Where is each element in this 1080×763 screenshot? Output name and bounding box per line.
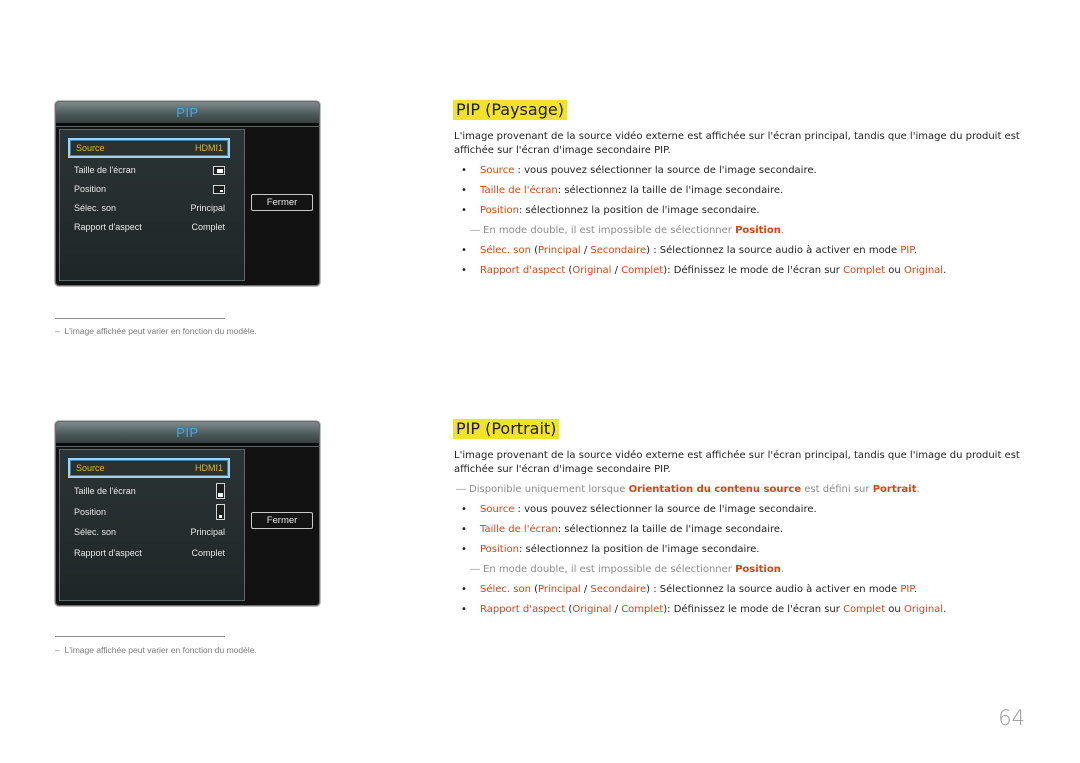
bullet-aspect: • Rapport d'aspect (Original / Complet):…	[461, 604, 947, 615]
pip-position-landscape-icon	[213, 184, 225, 194]
osd-menu-list: Source HDMI1 Taille de l'écran Position …	[59, 129, 245, 281]
pip-size-landscape-icon	[213, 165, 225, 175]
osd-title: PIP	[56, 102, 319, 123]
page-number: 64	[998, 706, 1025, 730]
pip-size-portrait-icon	[216, 483, 225, 499]
osd-pip-portrait: PIP Source HDMI1 Taille de l'écran Posit…	[55, 421, 320, 606]
osd-pip-landscape: PIP Source HDMI1 Taille de l'écran Posit…	[55, 101, 320, 286]
pip-position-portrait-icon	[216, 504, 225, 520]
osd-row-sound[interactable]: Sélec. son Principal	[68, 522, 230, 542]
osd-row-sound[interactable]: Sélec. son Principal	[68, 198, 230, 218]
position-note: ― En mode double, il est impossible de sé…	[470, 225, 785, 236]
footnote-divider	[55, 318, 225, 319]
bullet-sound: • Sélec. son (Principal / Secondaire) : …	[461, 245, 918, 256]
osd-row-aspect[interactable]: Rapport d'aspect Complet	[68, 217, 230, 237]
bullet-source: • Source : vous pouvez sélectionner la s…	[461, 504, 817, 515]
footnote: – L'image affichée peut varier en foncti…	[55, 645, 257, 655]
osd-row-aspect[interactable]: Rapport d'aspect Complet	[68, 543, 230, 563]
bullet-sound: • Sélec. son (Principal / Secondaire) : …	[461, 584, 918, 595]
close-button[interactable]: Fermer	[251, 194, 313, 211]
osd-row-position[interactable]: Position	[68, 501, 230, 523]
bullet-aspect: • Rapport d'aspect (Original / Complet):…	[461, 265, 947, 276]
footnote: – L'image affichée peut varier en foncti…	[55, 326, 257, 336]
bullet-screen-size: • Taille de l'écran: sélectionnez la tai…	[461, 185, 784, 196]
footnote-divider	[55, 636, 225, 637]
section-heading-portrait: PIP (Portrait)	[453, 419, 560, 439]
osd-row-source[interactable]: Source HDMI1	[68, 458, 230, 478]
section-heading-landscape: PIP (Paysage)	[453, 100, 567, 120]
osd-row-source[interactable]: Source HDMI1	[68, 138, 230, 158]
bullet-position: • Position: sélectionnez la position de …	[461, 544, 760, 555]
intro-paragraph: L'image provenant de la source vidéo ext…	[454, 450, 1020, 475]
close-button[interactable]: Fermer	[251, 512, 313, 529]
portrait-availability-note: ― Disponible uniquement lorsque Orientati…	[456, 484, 920, 495]
osd-menu-list: Source HDMI1 Taille de l'écran Position …	[59, 449, 245, 601]
intro-paragraph: L'image provenant de la source vidéo ext…	[454, 131, 1020, 156]
position-note: ― En mode double, il est impossible de sé…	[470, 564, 785, 575]
bullet-source: • Source : vous pouvez sélectionner la s…	[461, 165, 817, 176]
bullet-position: • Position: sélectionnez la position de …	[461, 205, 760, 216]
osd-row-position[interactable]: Position	[68, 179, 230, 199]
bullet-screen-size: • Taille de l'écran: sélectionnez la tai…	[461, 524, 784, 535]
osd-row-screen-size[interactable]: Taille de l'écran	[68, 480, 230, 502]
osd-title: PIP	[56, 422, 319, 443]
osd-row-screen-size[interactable]: Taille de l'écran	[68, 160, 230, 180]
